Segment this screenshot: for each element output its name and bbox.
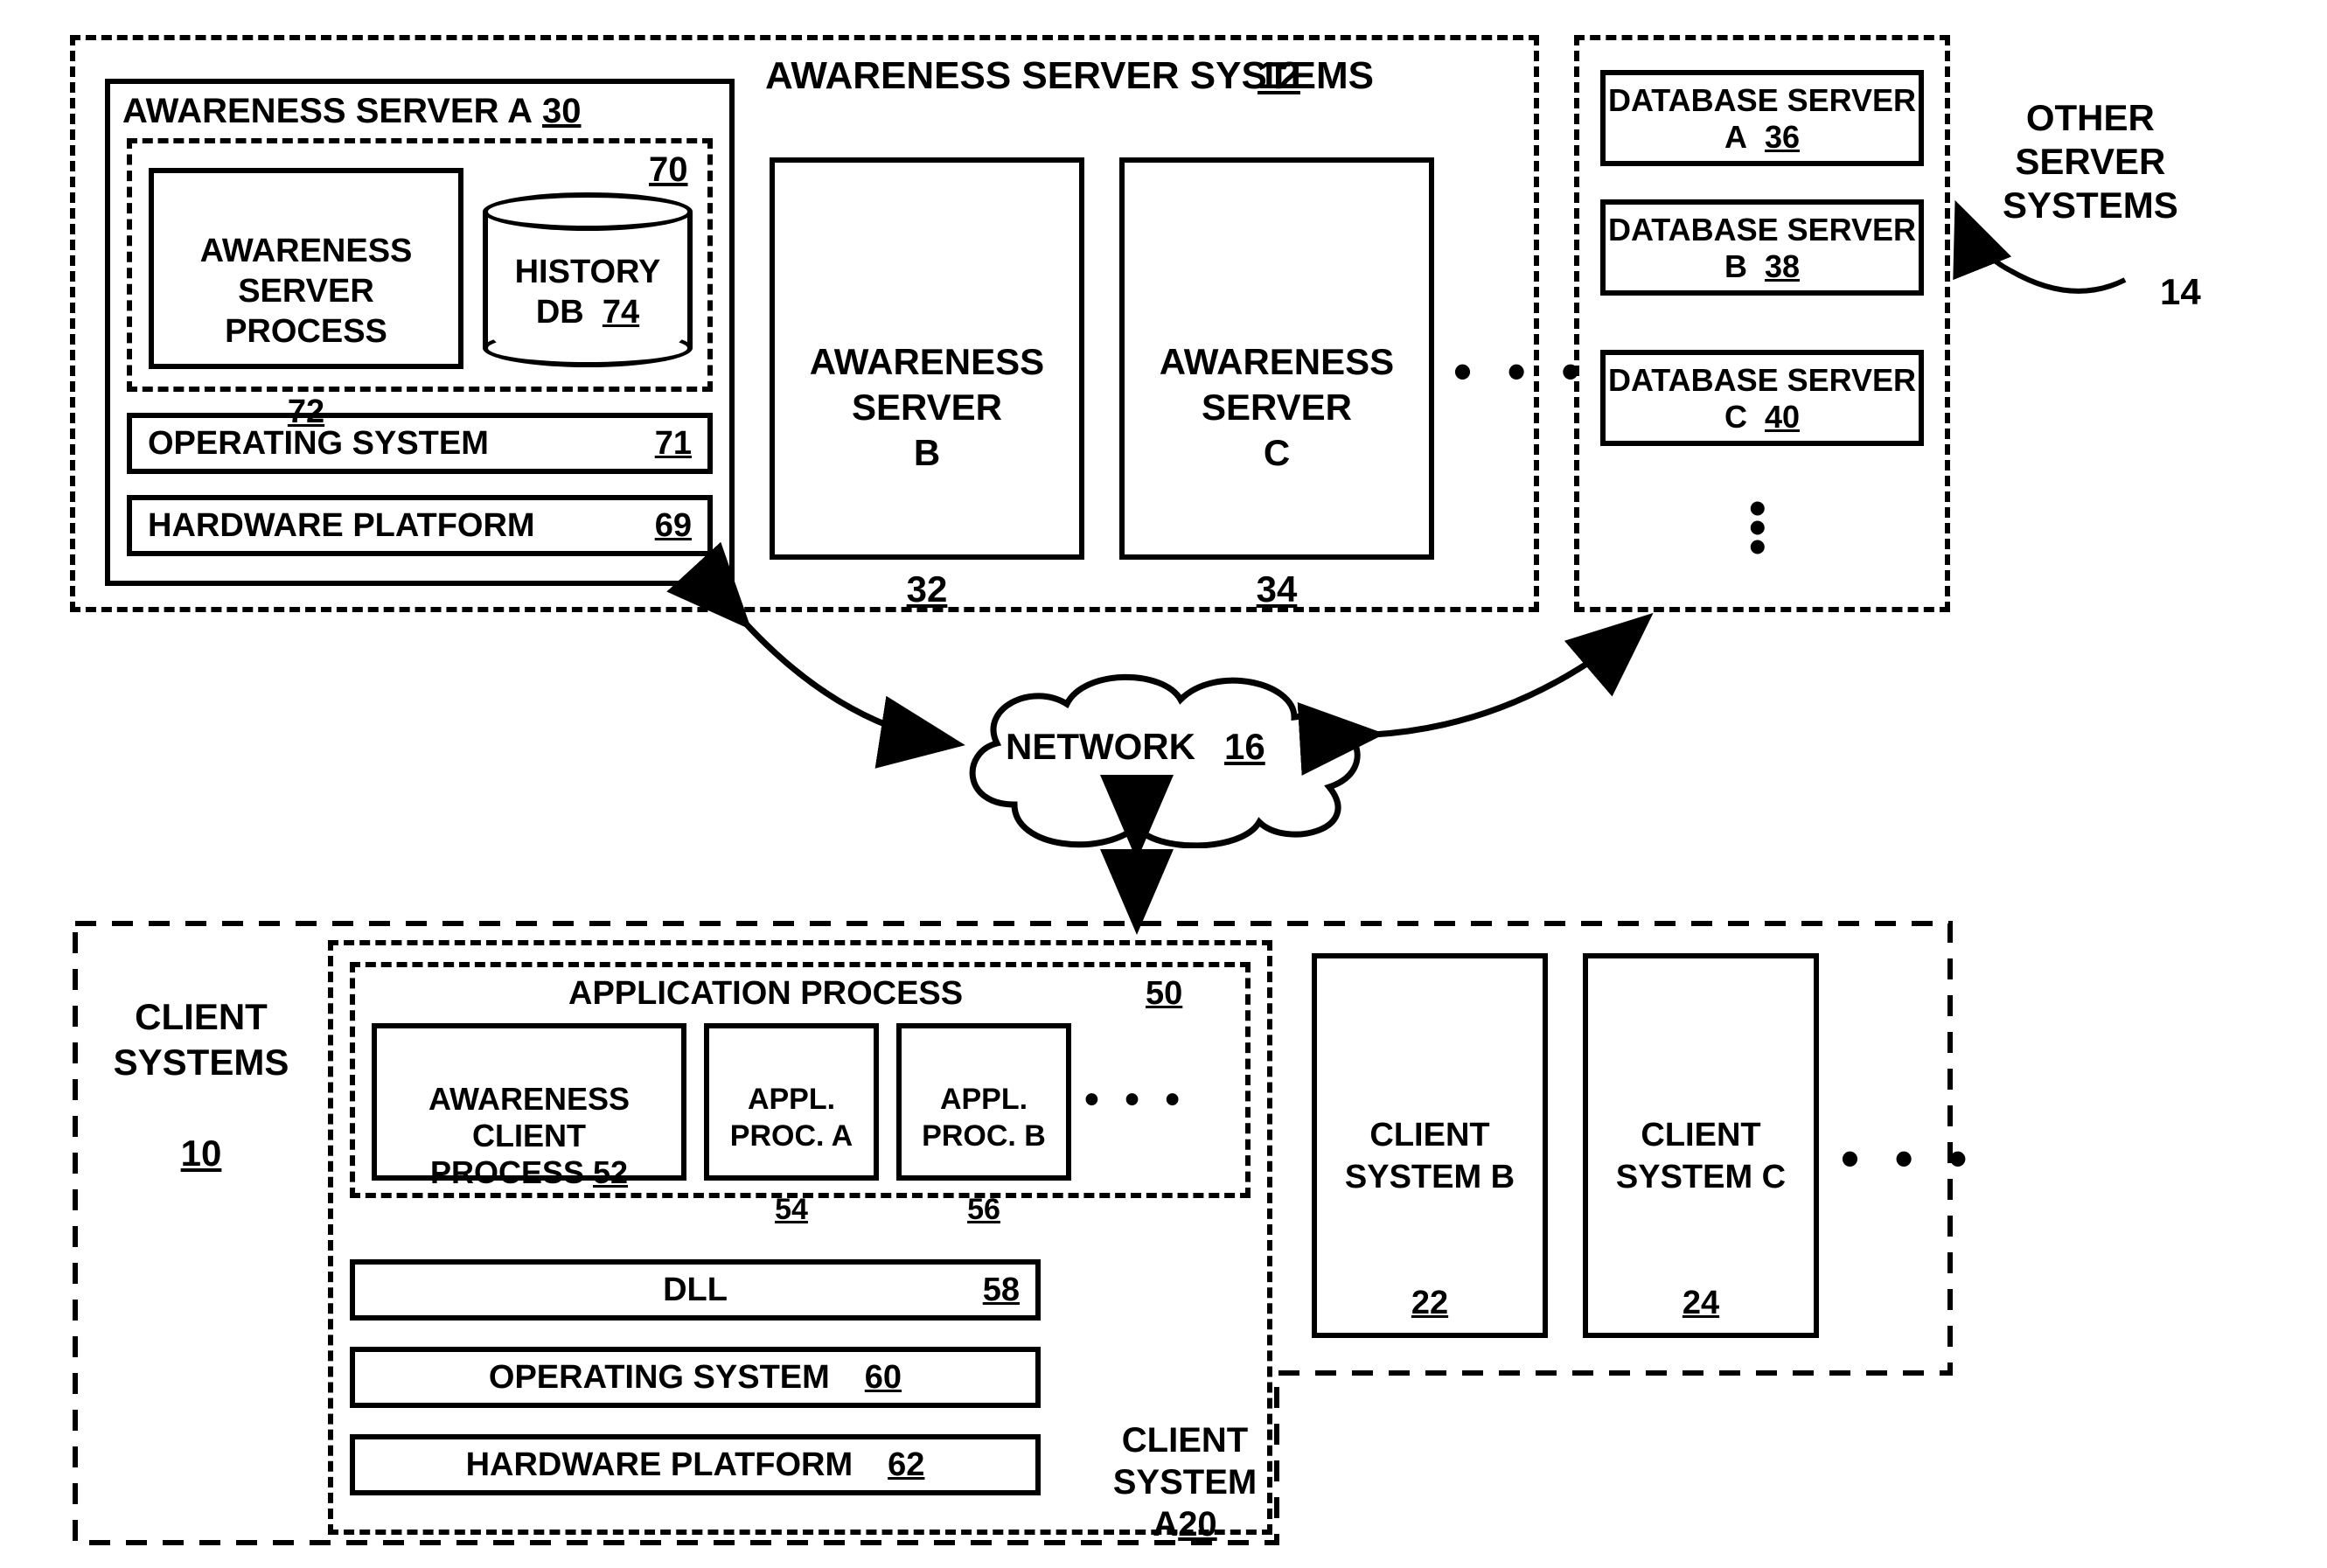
client-b-label: CLIENT SYSTEM B 22	[1317, 958, 1543, 1324]
process-text: AWARENESS SERVER PROCESS	[200, 233, 413, 350]
ref-16: 16	[1224, 726, 1265, 768]
client-b-text: CLIENT SYSTEM B	[1345, 1117, 1515, 1195]
proc-b-label: APPL. PROC. B 56	[902, 1028, 1066, 1228]
dll-label: DLL	[663, 1272, 728, 1309]
client-c-label: CLIENT SYSTEM C 24	[1588, 958, 1814, 1324]
appl-proc-b-box: APPL. PROC. B 56	[896, 1023, 1071, 1181]
server-b-text: AWARENESS SERVER B	[810, 341, 1044, 473]
ref-36: 36	[1765, 119, 1800, 155]
other-server-systems-label: OTHER SERVER SYSTEMS	[2003, 96, 2178, 227]
awareness-server-c-box: AWARENESS SERVER C 34	[1119, 157, 1434, 560]
ref-70: 70	[649, 150, 688, 190]
db-b-text: DATABASE SERVER B	[1608, 212, 1916, 284]
os-label: OPERATING SYSTEM	[148, 425, 489, 463]
client-systems-label: CLIENT SYSTEMS 10	[105, 949, 297, 1176]
ref-62: 62	[888, 1446, 924, 1484]
awareness-server-process-label: AWARENESS SERVER PROCESS 72	[154, 173, 458, 432]
client-os-label: OPERATING SYSTEM	[489, 1359, 830, 1397]
ref-10: 10	[181, 1132, 222, 1174]
db-c-text: DATABASE SERVER C	[1608, 362, 1916, 435]
history-db-label: HISTORY DB 74	[483, 252, 693, 332]
ref-69: 69	[655, 507, 692, 545]
appl-proc-a-box: APPL. PROC. A 54	[704, 1023, 879, 1181]
ref-60: 60	[865, 1359, 902, 1397]
server-c-label: AWARENESS SERVER C 34	[1125, 163, 1429, 612]
hw-label: HARDWARE PLATFORM	[148, 507, 535, 545]
ref-24: 24	[1683, 1285, 1719, 1321]
client-systems-text: CLIENT SYSTEMS	[114, 996, 289, 1083]
ellipsis-servers: • • •	[1453, 341, 1590, 401]
database-server-a-box: DATABASE SERVER A 36	[1600, 70, 1924, 166]
ref-22: 22	[1411, 1285, 1448, 1321]
client-c-text: CLIENT SYSTEM C	[1616, 1117, 1786, 1195]
client-hw-box: HARDWARE PLATFORM 62	[350, 1434, 1041, 1495]
ref-52: 52	[593, 1154, 628, 1190]
proc-b-text: APPL. PROC. B	[922, 1083, 1046, 1153]
dll-box: DLL 58	[350, 1259, 1041, 1321]
awareness-server-b-box: AWARENESS SERVER B 32	[770, 157, 1084, 560]
ref-40: 40	[1765, 399, 1800, 435]
hw-box-69: HARDWARE PLATFORM 69	[127, 495, 713, 556]
client-os-box: OPERATING SYSTEM 60	[350, 1347, 1041, 1408]
ref-12: 12	[1258, 54, 1300, 98]
client-system-c-box: CLIENT SYSTEM C 24	[1583, 953, 1819, 1338]
server-b-label: AWARENESS SERVER B 32	[775, 163, 1079, 612]
client-system-b-box: CLIENT SYSTEM B 22	[1312, 953, 1548, 1338]
server-c-text: AWARENESS SERVER C	[1160, 341, 1394, 473]
awareness-client-process-box: AWARENESS CLIENT PROCESS 52	[372, 1023, 686, 1181]
ref-56: 56	[967, 1193, 1000, 1226]
client-hw-label: HARDWARE PLATFORM	[466, 1446, 853, 1484]
db-a-text: DATABASE SERVER A	[1608, 82, 1916, 155]
ref-14: 14	[2160, 271, 2201, 313]
ref-34: 34	[1257, 568, 1298, 610]
ref-58: 58	[983, 1272, 1020, 1309]
proc-a-text: APPL. PROC. A	[730, 1083, 853, 1153]
os-box-71: OPERATING SYSTEM 71	[127, 413, 713, 474]
ellipsis-db-vertical: •••	[1749, 498, 1766, 556]
ref-71: 71	[655, 425, 692, 463]
ellipsis-clients: • • •	[1841, 1128, 1977, 1188]
proc-a-label: APPL. PROC. A 54	[709, 1028, 874, 1228]
network-label: NETWORK	[1006, 726, 1195, 768]
database-server-c-box: DATABASE SERVER C 40	[1600, 350, 1924, 446]
ref-30: 30	[542, 92, 582, 131]
ref-32: 32	[907, 568, 948, 610]
client-a-title: CLIENT SYSTEM A20	[1111, 1377, 1259, 1545]
database-server-b-box: DATABASE SERVER B 38	[1600, 199, 1924, 296]
app-process-title: APPLICATION PROCESS	[568, 975, 963, 1013]
ref-54: 54	[775, 1193, 808, 1226]
awareness-server-process-box: AWARENESS SERVER PROCESS 72	[149, 168, 463, 369]
ref-38: 38	[1765, 248, 1800, 284]
acp-label: AWARENESS CLIENT PROCESS 52	[377, 1028, 681, 1191]
ellipsis-app: • • •	[1084, 1076, 1187, 1124]
ref-74: 74	[603, 294, 639, 331]
server-a-title: AWARENESS SERVER A	[122, 92, 533, 131]
ref-50: 50	[1146, 975, 1182, 1013]
ref-20: 20	[1178, 1505, 1217, 1544]
history-db-cylinder: HISTORY DB 74	[483, 192, 693, 367]
